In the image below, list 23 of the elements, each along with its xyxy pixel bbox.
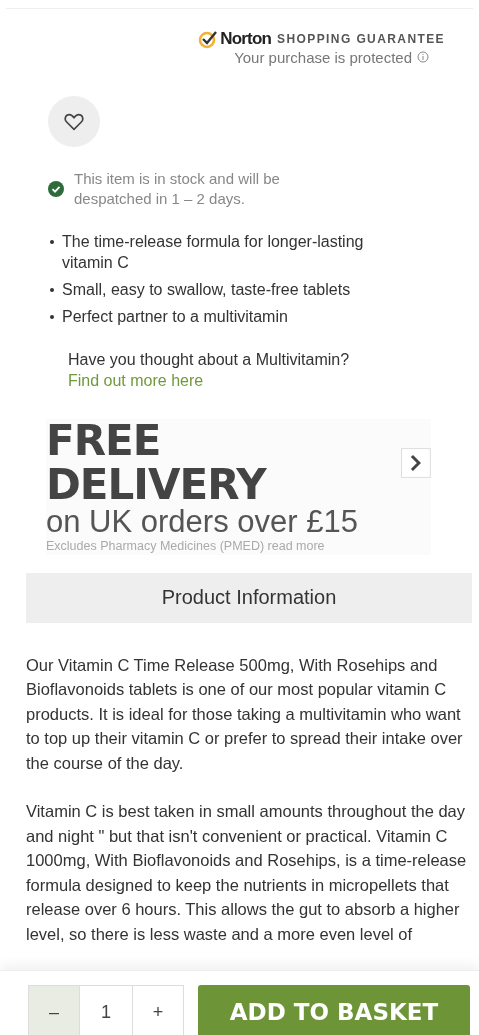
feature-text: Perfect partner to a multivitamin	[62, 307, 288, 328]
add-to-basket-button[interactable]: ADD TO BASKET	[198, 985, 470, 1035]
quantity-field[interactable]: 1	[80, 985, 132, 1035]
check-circle-icon	[48, 181, 64, 198]
decrease-button[interactable]: –	[28, 985, 80, 1035]
section-header[interactable]: Product Information	[26, 573, 472, 623]
description-paragraph: Vitamin C is best taken in small amounts throughout the day and night " but that isn't convenient or practical. Vitamin C 1000mg, With Bioflavonoids and Rosehips, is a time-release formula designed to keep the nutrients in micropellets that release over 6 hours. This allows the gut to absorb a higher level, so there is less waste and a more even level of	[26, 801, 468, 945]
stock-status: This item is in stock and will be despatched in 1 – 2 days.	[74, 169, 281, 210]
chevron-right-icon[interactable]	[401, 448, 431, 479]
guarantee-title: SHOPPING GUARANTEE	[277, 32, 445, 46]
feature-text: Small, easy to swallow, taste-free tablets	[62, 280, 351, 301]
norton-brand: Norton	[220, 29, 272, 49]
promo-text: Have you thought about a Multivitamin? Find out more here	[68, 350, 351, 392]
delivery-note: Excludes Pharmacy Medicines (PMED) read more	[46, 538, 326, 556]
feature-text: The time-release formula for longer-lasting vitamin C	[62, 232, 365, 274]
delivery-subline: on UK orders over £15	[46, 507, 359, 538]
wishlist-button[interactable]	[48, 96, 100, 148]
increase-button[interactable]: +	[132, 985, 184, 1035]
guarantee-subtitle: Your purchase is protected	[234, 49, 413, 66]
description-paragraph: Our Vitamin C Time Release 500mg, With Rosehips and Bioflavonoids tablets is one of our most popular vitamin C products. It is ideal for those taking a multivitamin who want to top up their vitamin C or prefer to spread their intake over the course of the day.	[26, 654, 464, 774]
checkmark-badge-icon	[198, 29, 219, 49]
delivery-headline: FREE DELIVERY	[46, 419, 268, 508]
free-delivery-banner[interactable]: FREE DELIVERY on UK orders over £15 Excludes Pharmacy Medicines (PMED) read more	[46, 419, 431, 556]
